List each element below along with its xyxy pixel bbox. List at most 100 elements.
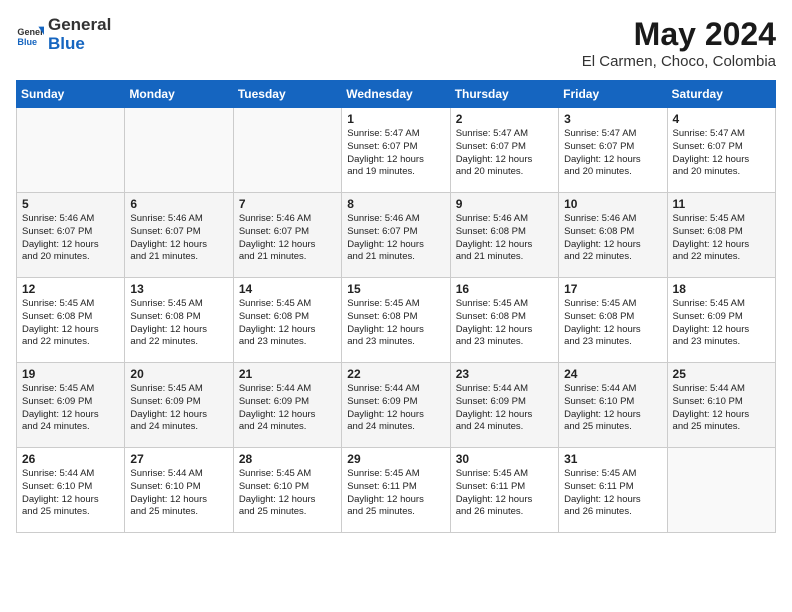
weekday-header-tuesday: Tuesday	[233, 81, 341, 108]
calendar-cell: 29Sunrise: 5:45 AM Sunset: 6:11 PM Dayli…	[342, 448, 450, 533]
day-number: 18	[673, 282, 770, 296]
svg-text:Blue: Blue	[17, 36, 37, 46]
cell-details: Sunrise: 5:45 AM Sunset: 6:09 PM Dayligh…	[673, 298, 770, 349]
cell-details: Sunrise: 5:45 AM Sunset: 6:08 PM Dayligh…	[564, 298, 661, 349]
cell-details: Sunrise: 5:47 AM Sunset: 6:07 PM Dayligh…	[564, 128, 661, 179]
day-number: 26	[22, 452, 119, 466]
month-year: May 2024	[582, 16, 776, 53]
calendar-cell: 15 Sunrise: 5:45 AM Sunset: 6:08 PM Dayli…	[342, 278, 450, 363]
day-number: 11	[673, 197, 770, 211]
cell-details: Sunrise: 5:44 AM Sunset: 6:10 PM Dayligh…	[22, 468, 119, 519]
day-number: 19	[22, 367, 119, 381]
weekday-header-friday: Friday	[559, 81, 667, 108]
cell-details: Sunrise: 5:46 AM Sunset: 6:07 PM Dayligh…	[22, 213, 119, 264]
cell-details: Sunrise: 5:45 AM Sunset: 6:11 PM Dayligh…	[564, 468, 661, 519]
weekday-header-saturday: Saturday	[667, 81, 775, 108]
title-area: May 2024 El Carmen, Choco, Colombia	[582, 16, 776, 70]
day-number: 6	[130, 197, 227, 211]
day-number: 31	[564, 452, 661, 466]
calendar-cell: 10 Sunrise: 5:46 AM Sunset: 6:08 PM Dayli…	[559, 193, 667, 278]
cell-details: Sunrise: 5:45 AM Sunset: 6:11 PM Dayligh…	[456, 468, 553, 519]
calendar-cell	[233, 108, 341, 193]
calendar-cell: 9 Sunrise: 5:46 AM Sunset: 6:08 PM Daylig…	[450, 193, 558, 278]
calendar-cell: 17 Sunrise: 5:45 AM Sunset: 6:08 PM Dayli…	[559, 278, 667, 363]
cell-details: Sunrise: 5:46 AM Sunset: 6:08 PM Dayligh…	[564, 213, 661, 264]
calendar-cell: 14 Sunrise: 5:45 AM Sunset: 6:08 PM Dayli…	[233, 278, 341, 363]
calendar-cell: 12 Sunrise: 5:45 AM Sunset: 6:08 PM Dayli…	[17, 278, 125, 363]
cell-details: Sunrise: 5:45 AM Sunset: 6:08 PM Dayligh…	[239, 298, 336, 349]
cell-details: Sunrise: 5:45 AM Sunset: 6:08 PM Dayligh…	[22, 298, 119, 349]
weekday-header-sunday: Sunday	[17, 81, 125, 108]
calendar-cell: 7 Sunrise: 5:46 AM Sunset: 6:07 PM Daylig…	[233, 193, 341, 278]
weekday-header-wednesday: Wednesday	[342, 81, 450, 108]
calendar-cell	[17, 108, 125, 193]
calendar-cell: 24 Sunrise: 5:44 AM Sunset: 6:10 PM Dayli…	[559, 363, 667, 448]
day-number: 30	[456, 452, 553, 466]
calendar-cell: 13 Sunrise: 5:45 AM Sunset: 6:08 PM Dayli…	[125, 278, 233, 363]
day-number: 15	[347, 282, 444, 296]
calendar-cell: 18 Sunrise: 5:45 AM Sunset: 6:09 PM Dayli…	[667, 278, 775, 363]
cell-details: Sunrise: 5:47 AM Sunset: 6:07 PM Dayligh…	[347, 128, 444, 179]
calendar-cell: 21Sunrise: 5:44 AM Sunset: 6:09 PM Dayli…	[233, 363, 341, 448]
calendar-table: SundayMondayTuesdayWednesdayThursdayFrid…	[16, 80, 776, 533]
cell-details: Sunrise: 5:46 AM Sunset: 6:07 PM Dayligh…	[239, 213, 336, 264]
header: General Blue General Blue May 2024 El Ca…	[16, 16, 776, 70]
calendar-cell: 3 Sunrise: 5:47 AM Sunset: 6:07 PM Daylig…	[559, 108, 667, 193]
calendar-cell	[667, 448, 775, 533]
calendar-cell: 28Sunrise: 5:45 AM Sunset: 6:10 PM Dayli…	[233, 448, 341, 533]
day-number: 9	[456, 197, 553, 211]
calendar-cell: 26 Sunrise: 5:44 AM Sunset: 6:10 PM Dayli…	[17, 448, 125, 533]
weekday-header-monday: Monday	[125, 81, 233, 108]
calendar-cell: 1Sunrise: 5:47 AM Sunset: 6:07 PM Daylig…	[342, 108, 450, 193]
logo: General Blue General Blue	[16, 16, 111, 53]
cell-details: Sunrise: 5:45 AM Sunset: 6:09 PM Dayligh…	[22, 383, 119, 434]
calendar-cell: 19 Sunrise: 5:45 AM Sunset: 6:09 PM Dayli…	[17, 363, 125, 448]
day-number: 27	[130, 452, 227, 466]
calendar-cell: 2 Sunrise: 5:47 AM Sunset: 6:07 PM Daylig…	[450, 108, 558, 193]
day-number: 13	[130, 282, 227, 296]
calendar-cell: 11 Sunrise: 5:45 AM Sunset: 6:08 PM Dayli…	[667, 193, 775, 278]
cell-details: Sunrise: 5:46 AM Sunset: 6:07 PM Dayligh…	[347, 213, 444, 264]
cell-details: Sunrise: 5:44 AM Sunset: 6:10 PM Dayligh…	[673, 383, 770, 434]
day-number: 7	[239, 197, 336, 211]
cell-details: Sunrise: 5:45 AM Sunset: 6:09 PM Dayligh…	[130, 383, 227, 434]
cell-details: Sunrise: 5:47 AM Sunset: 6:07 PM Dayligh…	[456, 128, 553, 179]
location: El Carmen, Choco, Colombia	[582, 53, 776, 70]
day-number: 12	[22, 282, 119, 296]
day-number: 4	[673, 112, 770, 126]
calendar-cell: 8 Sunrise: 5:46 AM Sunset: 6:07 PM Daylig…	[342, 193, 450, 278]
calendar-cell: 22Sunrise: 5:44 AM Sunset: 6:09 PM Dayli…	[342, 363, 450, 448]
day-number: 10	[564, 197, 661, 211]
calendar-cell: 4Sunrise: 5:47 AM Sunset: 6:07 PM Daylig…	[667, 108, 775, 193]
calendar-cell: 20 Sunrise: 5:45 AM Sunset: 6:09 PM Dayli…	[125, 363, 233, 448]
day-number: 16	[456, 282, 553, 296]
day-number: 25	[673, 367, 770, 381]
day-number: 24	[564, 367, 661, 381]
cell-details: Sunrise: 5:45 AM Sunset: 6:08 PM Dayligh…	[456, 298, 553, 349]
cell-details: Sunrise: 5:46 AM Sunset: 6:08 PM Dayligh…	[456, 213, 553, 264]
calendar-cell: 6Sunrise: 5:46 AM Sunset: 6:07 PM Daylig…	[125, 193, 233, 278]
day-number: 20	[130, 367, 227, 381]
cell-details: Sunrise: 5:45 AM Sunset: 6:08 PM Dayligh…	[673, 213, 770, 264]
day-number: 5	[22, 197, 119, 211]
day-number: 23	[456, 367, 553, 381]
day-number: 17	[564, 282, 661, 296]
calendar-cell: 25 Sunrise: 5:44 AM Sunset: 6:10 PM Dayli…	[667, 363, 775, 448]
day-number: 2	[456, 112, 553, 126]
day-number: 8	[347, 197, 444, 211]
day-number: 14	[239, 282, 336, 296]
cell-details: Sunrise: 5:44 AM Sunset: 6:09 PM Dayligh…	[456, 383, 553, 434]
day-number: 22	[347, 367, 444, 381]
cell-details: Sunrise: 5:44 AM Sunset: 6:10 PM Dayligh…	[564, 383, 661, 434]
cell-details: Sunrise: 5:45 AM Sunset: 6:08 PM Dayligh…	[347, 298, 444, 349]
calendar-cell: 27 Sunrise: 5:44 AM Sunset: 6:10 PM Dayli…	[125, 448, 233, 533]
day-number: 21	[239, 367, 336, 381]
day-number: 3	[564, 112, 661, 126]
cell-details: Sunrise: 5:45 AM Sunset: 6:11 PM Dayligh…	[347, 468, 444, 519]
calendar-cell: 5 Sunrise: 5:46 AM Sunset: 6:07 PM Daylig…	[17, 193, 125, 278]
calendar-cell: 16 Sunrise: 5:45 AM Sunset: 6:08 PM Dayli…	[450, 278, 558, 363]
cell-details: Sunrise: 5:45 AM Sunset: 6:08 PM Dayligh…	[130, 298, 227, 349]
calendar-cell: 31 Sunrise: 5:45 AM Sunset: 6:11 PM Dayli…	[559, 448, 667, 533]
cell-details: Sunrise: 5:44 AM Sunset: 6:10 PM Dayligh…	[130, 468, 227, 519]
logo-icon: General Blue	[16, 21, 44, 49]
